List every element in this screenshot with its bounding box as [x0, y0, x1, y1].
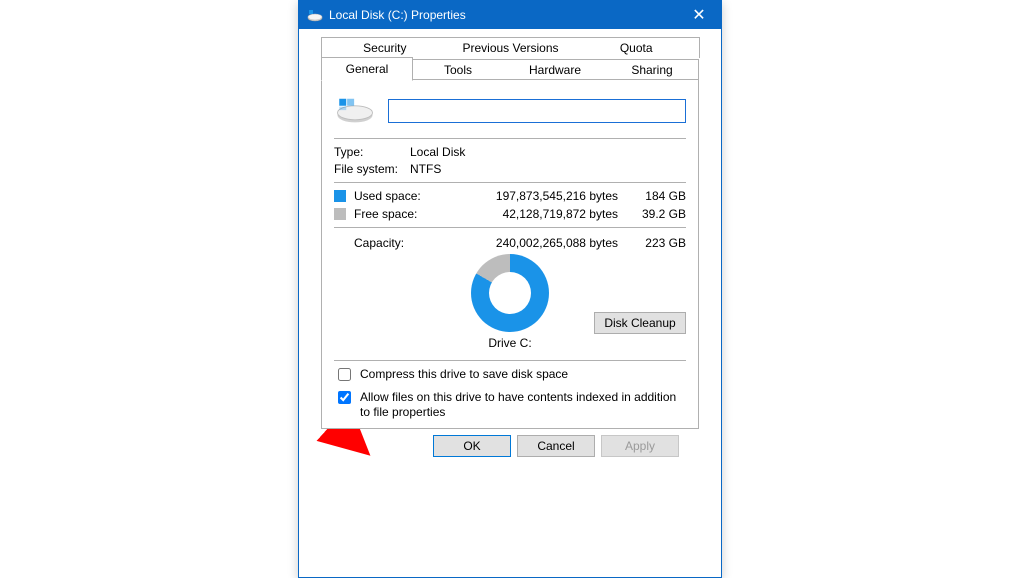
tab-previous-versions[interactable]: Previous Versions — [448, 37, 575, 58]
apply-button[interactable]: Apply — [601, 435, 679, 457]
tab-tools[interactable]: Tools — [412, 59, 505, 80]
drive-icon-large — [334, 94, 376, 128]
tab-row-1: Security Previous Versions Quota — [321, 37, 699, 58]
tab-sharing[interactable]: Sharing — [606, 59, 699, 80]
separator — [334, 227, 686, 228]
properties-dialog: Local Disk (C:) Properties ✕ Security Pr… — [298, 0, 722, 578]
drive-caption: Drive C: — [488, 336, 531, 350]
type-label: Type: — [334, 145, 410, 159]
separator — [334, 360, 686, 361]
usage-chart-icon — [471, 254, 549, 332]
close-button[interactable]: ✕ — [677, 1, 721, 29]
capacity-gb: 223 GB — [624, 236, 686, 250]
ok-button[interactable]: OK — [433, 435, 511, 457]
drive-icon — [307, 7, 323, 23]
dialog-content: Security Previous Versions Quota General… — [299, 29, 721, 461]
type-value: Local Disk — [410, 145, 686, 159]
tab-row-2: General Tools Hardware Sharing — [321, 57, 699, 80]
compress-label: Compress this drive to save disk space — [360, 367, 686, 382]
free-swatch-icon — [334, 208, 346, 220]
free-bytes: 42,128,719,872 bytes — [440, 207, 618, 221]
used-bytes: 197,873,545,216 bytes — [440, 189, 618, 203]
fs-label: File system: — [334, 162, 410, 176]
used-label: Used space: — [354, 189, 434, 203]
titlebar[interactable]: Local Disk (C:) Properties ✕ — [299, 1, 721, 29]
cancel-button[interactable]: Cancel — [517, 435, 595, 457]
fs-value: NTFS — [410, 162, 686, 176]
compress-checkbox[interactable] — [338, 368, 351, 381]
disk-cleanup-button[interactable]: Disk Cleanup — [594, 312, 686, 334]
separator — [334, 138, 686, 139]
free-label: Free space: — [354, 207, 434, 221]
separator — [334, 182, 686, 183]
used-swatch-icon — [334, 190, 346, 202]
dialog-buttons: OK Cancel Apply — [321, 429, 699, 457]
tab-hardware[interactable]: Hardware — [504, 59, 607, 80]
window-title: Local Disk (C:) Properties — [329, 8, 466, 22]
tab-strip: Security Previous Versions Quota General… — [321, 37, 699, 429]
compress-option[interactable]: Compress this drive to save disk space — [334, 367, 686, 384]
tab-quota[interactable]: Quota — [573, 37, 700, 58]
tab-security[interactable]: Security — [321, 37, 449, 58]
used-gb: 184 GB — [624, 189, 686, 203]
tab-general[interactable]: General — [321, 57, 413, 81]
capacity-bytes: 240,002,265,088 bytes — [440, 236, 618, 250]
capacity-label: Capacity: — [354, 236, 434, 250]
volume-name-input[interactable] — [388, 99, 686, 123]
index-checkbox[interactable] — [338, 391, 351, 404]
index-option[interactable]: Allow files on this drive to have conten… — [334, 390, 686, 420]
index-label: Allow files on this drive to have conten… — [360, 390, 686, 420]
general-pane: Type: Local Disk File system: NTFS Used … — [321, 79, 699, 429]
close-icon: ✕ — [692, 5, 705, 25]
free-gb: 39.2 GB — [624, 207, 686, 221]
